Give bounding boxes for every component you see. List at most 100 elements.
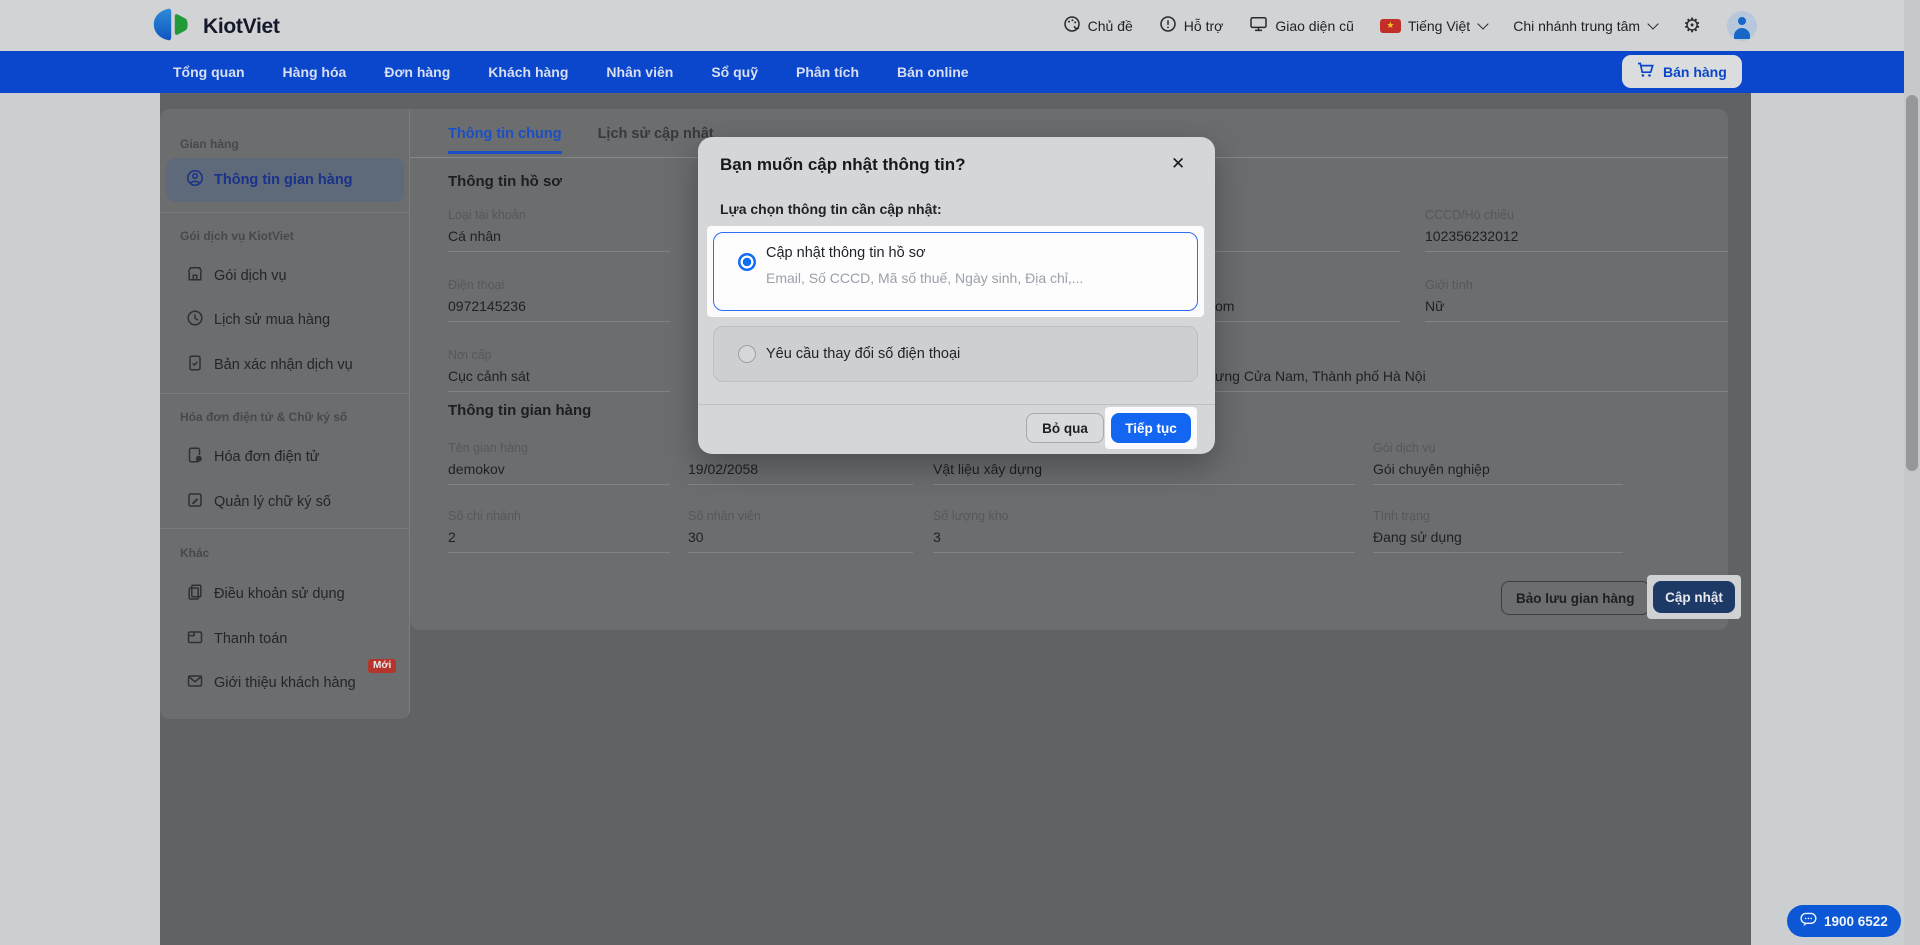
update-info-modal: Bạn muốn cập nhật thông tin? ✕ Lựa chọn … [698, 137, 1215, 454]
update-button[interactable]: Cập nhật [1653, 581, 1735, 613]
sidebar-item-label: Gói dịch vụ [214, 268, 287, 284]
store-icon [186, 265, 204, 287]
settings-sidebar: Gian hàng Thông tin gian hàng Gói dịch v… [160, 109, 410, 719]
nav-item-phan-tich[interactable]: Phân tích [796, 64, 859, 80]
sidebar-item-label: Hóa đơn điện tử [214, 449, 320, 465]
sidebar-section-goi-dich-vu: Gói dịch vụ KiotViet [180, 229, 294, 243]
field-cccd: CCCD/Hộ chiếu 102356232012 [1425, 206, 1728, 252]
field-so-chi-nhanh: Số chi nhánh 2 [448, 507, 670, 553]
nav-item-nhan-vien[interactable]: Nhân viên [606, 64, 673, 80]
tab-thong-tin-chung[interactable]: Thông tin chung [448, 126, 562, 154]
nav-item-ban-online[interactable]: Bán online [897, 64, 969, 80]
brand-name: KiotViet [203, 15, 280, 38]
sidebar-divider [160, 212, 409, 213]
nav-item-hang-hoa[interactable]: Hàng hóa [283, 64, 347, 80]
sidebar-item-thong-tin-gian-hang[interactable]: Thông tin gian hàng [166, 158, 404, 202]
user-circle-icon [186, 169, 204, 191]
radio-selected-icon[interactable] [738, 253, 756, 271]
sidebar-item-label: Giới thiệu khách hàng [214, 675, 356, 691]
theme-menu-item[interactable]: Chủ đề [1063, 15, 1133, 36]
sidebar-item-label: Bản xác nhận dịch vụ [214, 357, 353, 373]
sidebar-divider [160, 393, 409, 394]
sidebar-item-label: Thông tin gian hàng [214, 172, 353, 188]
close-icon[interactable]: ✕ [1169, 152, 1187, 176]
nav-item-don-hang[interactable]: Đơn hàng [384, 64, 450, 80]
skip-button[interactable]: Bỏ qua [1026, 413, 1104, 443]
sell-button[interactable]: Bán hàng [1622, 55, 1742, 88]
support-menu-item[interactable]: Hỗ trợ [1159, 15, 1224, 36]
option-title: Cập nhật thông tin hồ sơ [766, 245, 926, 261]
signature-icon [186, 491, 204, 513]
sidebar-item-label: Thanh toán [214, 631, 288, 647]
field-hidden-row1 [1215, 206, 1400, 252]
invoice-icon [186, 446, 204, 468]
nav-item-tong-quan[interactable]: Tổng quan [173, 64, 245, 80]
sidebar-item-ban-xac-nhan[interactable]: Bản xác nhận dịch vụ [186, 354, 353, 376]
field-goi-dich-vu: Gói dịch vụ Gói chuyên nghiệp [1373, 439, 1623, 485]
radio-unselected-icon[interactable] [738, 345, 756, 363]
field-dia-chi-fragment: ưng Cửa Nam, Thành phố Hà Nội [1215, 346, 1728, 392]
modal-footer-divider [698, 404, 1215, 405]
modal-title: Bạn muốn cập nhật thông tin? [720, 155, 966, 174]
modal-prompt: Lựa chọn thông tin cần cập nhật: [720, 201, 942, 217]
old-interface-menu-item[interactable]: Giao diện cũ [1249, 15, 1354, 36]
sidebar-item-lich-su-mua-hang[interactable]: Lịch sử mua hàng [186, 309, 330, 331]
sidebar-item-goi-dich-vu[interactable]: Gói dịch vụ [186, 265, 287, 287]
option-update-profile[interactable]: Cập nhật thông tin hồ sơ Email, Số CCCD,… [713, 232, 1198, 311]
chevron-down-icon [1477, 18, 1489, 30]
field-email-fragment: om [1215, 276, 1400, 322]
tab-lich-su-cap-nhat[interactable]: Lịch sử cập nhật [598, 126, 714, 154]
history-icon [186, 309, 204, 331]
help-icon [1159, 15, 1177, 36]
field-tinh-trang: Tình trạng Đang sử dụng [1373, 507, 1623, 553]
field-so-luong-kho: Số lượng kho 3 [933, 507, 1355, 553]
kiotviet-logo[interactable]: KiotViet [153, 8, 280, 46]
field-dien-thoai: Điện thoại 0972145236 [448, 276, 670, 322]
monitor-icon [1249, 15, 1268, 36]
sidebar-divider [160, 528, 409, 529]
nav-item-khach-hang[interactable]: Khách hàng [488, 64, 568, 80]
field-gioi-tinh: Giới tính Nữ [1425, 276, 1728, 322]
kiotviet-logo-icon [153, 8, 195, 46]
nav-item-so-quy[interactable]: Sổ quỹ [711, 64, 758, 80]
field-loai-tai-khoan: Loại tài khoản Cá nhân [448, 206, 670, 252]
palette-icon [1063, 15, 1081, 36]
chevron-down-icon [1647, 18, 1659, 30]
settings-gear-icon[interactable]: ⚙ [1683, 16, 1701, 36]
mail-icon [186, 672, 204, 694]
language-selector[interactable]: ★ Tiếng Việt [1379, 18, 1489, 34]
reserve-store-button[interactable]: Bảo lưu gian hàng [1501, 581, 1650, 615]
sidebar-item-thanh-toan[interactable]: Thanh toán [186, 628, 287, 650]
field-ten-gian-hang: Tên gian hàng demokov [448, 439, 670, 485]
hotline-number: 1900 6522 [1824, 913, 1888, 929]
wallet-icon [186, 628, 204, 650]
sidebar-item-quan-ly-chu-ky-so[interactable]: Quản lý chữ ký số [186, 491, 331, 513]
nav-items: Tổng quan Hàng hóa Đơn hàng Khách hàng N… [173, 51, 969, 93]
document-check-icon [186, 354, 204, 376]
continue-button[interactable]: Tiếp tục [1111, 413, 1191, 443]
sidebar-section-khac: Khác [180, 546, 210, 560]
main-nav: Tổng quan Hàng hóa Đơn hàng Khách hàng N… [0, 51, 1920, 93]
sidebar-item-label: Lịch sử mua hàng [214, 312, 331, 328]
sidebar-item-gioi-thieu[interactable]: Giới thiệu khách hàng [186, 672, 356, 694]
sidebar-section-hoa-don: Hóa đơn điện tử & Chữ ký số [180, 410, 348, 424]
branch-selector[interactable]: Chi nhánh trung tâm [1513, 18, 1659, 34]
option-change-phone[interactable]: Yêu cầu thay đổi số điện thoại [713, 326, 1198, 382]
support-hotline-button[interactable]: 1900 6522 [1787, 905, 1901, 937]
sell-button-label: Bán hàng [1663, 63, 1727, 80]
sidebar-item-hoa-don-dien-tu[interactable]: Hóa đơn điện tử [186, 446, 319, 468]
vietnam-flag-icon: ★ [1379, 18, 1401, 33]
header-menu: Chủ đề Hỗ trợ Giao diện cũ ★ Tiếng Việt … [1063, 0, 1757, 51]
user-avatar[interactable] [1727, 10, 1757, 41]
support-label: Hỗ trợ [1183, 17, 1224, 34]
old-interface-label: Giao diện cũ [1275, 17, 1354, 34]
field-noi-cap: Nơi cấp Cục cảnh sát [448, 346, 670, 392]
field-so-nhan-vien: Số nhân viên 30 [688, 507, 913, 553]
sidebar-item-label: Điều khoản sử dụng [214, 586, 345, 602]
avatar-person-icon [1738, 16, 1746, 25]
sidebar-section-gian-hang: Gian hàng [180, 137, 239, 151]
sidebar-item-dieu-khoan[interactable]: Điều khoản sử dụng [186, 583, 345, 605]
option-title: Yêu cầu thay đổi số điện thoại [766, 346, 961, 362]
scrollbar-thumb[interactable] [1906, 95, 1918, 471]
option-subtitle: Email, Số CCCD, Mã số thuế, Ngày sinh, Đ… [766, 270, 1084, 286]
